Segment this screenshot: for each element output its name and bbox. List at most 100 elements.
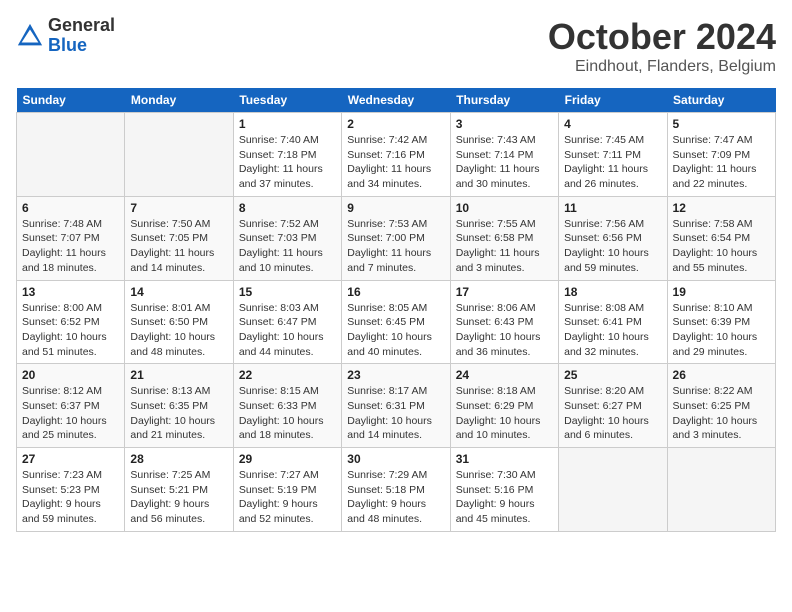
calendar-table: SundayMondayTuesdayWednesdayThursdayFrid… [16,88,776,532]
day-number: 8 [239,201,336,215]
day-info: Sunrise: 7:40 AM Sunset: 7:18 PM Dayligh… [239,133,336,192]
calendar-cell: 8 Sunrise: 7:52 AM Sunset: 7:03 PM Daylig… [233,196,341,280]
weekday-header-saturday: Saturday [667,88,775,113]
calendar-cell: 27Sunrise: 7:23 AM Sunset: 5:23 PM Dayli… [17,448,125,532]
day-info: Sunrise: 8:17 AM Sunset: 6:31 PM Dayligh… [347,384,444,443]
day-number: 25 [564,368,661,382]
calendar-cell: 21Sunrise: 8:13 AM Sunset: 6:35 PM Dayli… [125,364,233,448]
day-info: Sunrise: 7:27 AM Sunset: 5:19 PM Dayligh… [239,468,336,527]
day-number: 20 [22,368,119,382]
page-header: General Blue October 2024 Eindhout, Flan… [16,16,776,76]
day-info: Sunrise: 7:45 AM Sunset: 7:11 PM Dayligh… [564,133,661,192]
day-info: Sunrise: 8:18 AM Sunset: 6:29 PM Dayligh… [456,384,553,443]
day-number: 10 [456,201,553,215]
calendar-cell: 11Sunrise: 7:56 AM Sunset: 6:56 PM Dayli… [559,196,667,280]
day-info: Sunrise: 7:30 AM Sunset: 5:16 PM Dayligh… [456,468,553,527]
calendar-cell: 31 Sunrise: 7:30 AM Sunset: 5:16 PM Dayli… [450,448,558,532]
day-info: Sunrise: 7:50 AM Sunset: 7:05 PM Dayligh… [130,217,227,276]
day-number: 28 [130,452,227,466]
weekday-header-sunday: Sunday [17,88,125,113]
weekday-header-thursday: Thursday [450,88,558,113]
calendar-cell: 13 Sunrise: 8:00 AM Sunset: 6:52 PM Dayli… [17,280,125,364]
day-number: 16 [347,285,444,299]
day-info: Sunrise: 7:43 AM Sunset: 7:14 PM Dayligh… [456,133,553,192]
day-number: 9 [347,201,444,215]
calendar-cell [559,448,667,532]
day-info: Sunrise: 8:15 AM Sunset: 6:33 PM Dayligh… [239,384,336,443]
calendar-cell: 29Sunrise: 7:27 AM Sunset: 5:19 PM Dayli… [233,448,341,532]
day-info: Sunrise: 7:55 AM Sunset: 6:58 PM Dayligh… [456,217,553,276]
day-info: Sunrise: 8:22 AM Sunset: 6:25 PM Dayligh… [673,384,770,443]
day-number: 6 [22,201,119,215]
calendar-week-row: 20 Sunrise: 8:12 AM Sunset: 6:37 PM Dayli… [17,364,776,448]
day-number: 30 [347,452,444,466]
day-info: Sunrise: 8:10 AM Sunset: 6:39 PM Dayligh… [673,301,770,360]
day-number: 31 [456,452,553,466]
day-info: Sunrise: 7:58 AM Sunset: 6:54 PM Dayligh… [673,217,770,276]
day-info: Sunrise: 8:13 AM Sunset: 6:35 PM Dayligh… [130,384,227,443]
weekday-header-friday: Friday [559,88,667,113]
day-info: Sunrise: 7:48 AM Sunset: 7:07 PM Dayligh… [22,217,119,276]
title-block: October 2024 Eindhout, Flanders, Belgium [548,16,776,76]
month-title: October 2024 [548,16,776,58]
day-info: Sunrise: 7:53 AM Sunset: 7:00 PM Dayligh… [347,217,444,276]
day-info: Sunrise: 7:52 AM Sunset: 7:03 PM Dayligh… [239,217,336,276]
calendar-cell: 24Sunrise: 8:18 AM Sunset: 6:29 PM Dayli… [450,364,558,448]
calendar-cell: 7 Sunrise: 7:50 AM Sunset: 7:05 PM Daylig… [125,196,233,280]
location-text: Eindhout, Flanders, Belgium [548,58,776,76]
day-info: Sunrise: 7:29 AM Sunset: 5:18 PM Dayligh… [347,468,444,527]
day-number: 13 [22,285,119,299]
day-number: 1 [239,117,336,131]
calendar-cell [125,113,233,197]
day-number: 4 [564,117,661,131]
weekday-header-row: SundayMondayTuesdayWednesdayThursdayFrid… [17,88,776,113]
calendar-cell: 3 Sunrise: 7:43 AM Sunset: 7:14 PM Daylig… [450,113,558,197]
calendar-week-row: 6 Sunrise: 7:48 AM Sunset: 7:07 PM Daylig… [17,196,776,280]
day-number: 17 [456,285,553,299]
logo-blue-text: Blue [48,35,87,55]
calendar-cell: 30 Sunrise: 7:29 AM Sunset: 5:18 PM Dayli… [342,448,450,532]
calendar-cell: 2 Sunrise: 7:42 AM Sunset: 7:16 PM Daylig… [342,113,450,197]
logo-general-text: General [48,15,115,35]
day-info: Sunrise: 8:08 AM Sunset: 6:41 PM Dayligh… [564,301,661,360]
weekday-header-wednesday: Wednesday [342,88,450,113]
day-info: Sunrise: 7:47 AM Sunset: 7:09 PM Dayligh… [673,133,770,192]
day-number: 14 [130,285,227,299]
logo: General Blue [16,16,115,56]
day-number: 12 [673,201,770,215]
calendar-cell: 14 Sunrise: 8:01 AM Sunset: 6:50 PM Dayli… [125,280,233,364]
calendar-cell: 25 Sunrise: 8:20 AM Sunset: 6:27 PM Dayli… [559,364,667,448]
day-number: 7 [130,201,227,215]
day-info: Sunrise: 8:06 AM Sunset: 6:43 PM Dayligh… [456,301,553,360]
day-number: 2 [347,117,444,131]
calendar-cell: 9 Sunrise: 7:53 AM Sunset: 7:00 PM Daylig… [342,196,450,280]
day-number: 23 [347,368,444,382]
day-info: Sunrise: 8:12 AM Sunset: 6:37 PM Dayligh… [22,384,119,443]
calendar-cell: 26Sunrise: 8:22 AM Sunset: 6:25 PM Dayli… [667,364,775,448]
day-number: 22 [239,368,336,382]
day-info: Sunrise: 8:00 AM Sunset: 6:52 PM Dayligh… [22,301,119,360]
calendar-cell: 5Sunrise: 7:47 AM Sunset: 7:09 PM Daylig… [667,113,775,197]
day-number: 3 [456,117,553,131]
calendar-cell: 10 Sunrise: 7:55 AM Sunset: 6:58 PM Dayli… [450,196,558,280]
calendar-cell: 22 Sunrise: 8:15 AM Sunset: 6:33 PM Dayli… [233,364,341,448]
day-info: Sunrise: 8:01 AM Sunset: 6:50 PM Dayligh… [130,301,227,360]
weekday-header-monday: Monday [125,88,233,113]
day-number: 19 [673,285,770,299]
day-info: Sunrise: 8:20 AM Sunset: 6:27 PM Dayligh… [564,384,661,443]
weekday-header-tuesday: Tuesday [233,88,341,113]
calendar-cell: 4 Sunrise: 7:45 AM Sunset: 7:11 PM Daylig… [559,113,667,197]
calendar-cell: 28 Sunrise: 7:25 AM Sunset: 5:21 PM Dayli… [125,448,233,532]
calendar-cell: 12 Sunrise: 7:58 AM Sunset: 6:54 PM Dayli… [667,196,775,280]
day-info: Sunrise: 7:42 AM Sunset: 7:16 PM Dayligh… [347,133,444,192]
day-info: Sunrise: 7:25 AM Sunset: 5:21 PM Dayligh… [130,468,227,527]
calendar-cell: 1 Sunrise: 7:40 AM Sunset: 7:18 PM Daylig… [233,113,341,197]
calendar-cell: 15 Sunrise: 8:03 AM Sunset: 6:47 PM Dayli… [233,280,341,364]
day-number: 18 [564,285,661,299]
calendar-cell: 6 Sunrise: 7:48 AM Sunset: 7:07 PM Daylig… [17,196,125,280]
calendar-cell: 19 Sunrise: 8:10 AM Sunset: 6:39 PM Dayli… [667,280,775,364]
day-info: Sunrise: 8:03 AM Sunset: 6:47 PM Dayligh… [239,301,336,360]
day-number: 15 [239,285,336,299]
calendar-week-row: 27Sunrise: 7:23 AM Sunset: 5:23 PM Dayli… [17,448,776,532]
day-number: 11 [564,201,661,215]
